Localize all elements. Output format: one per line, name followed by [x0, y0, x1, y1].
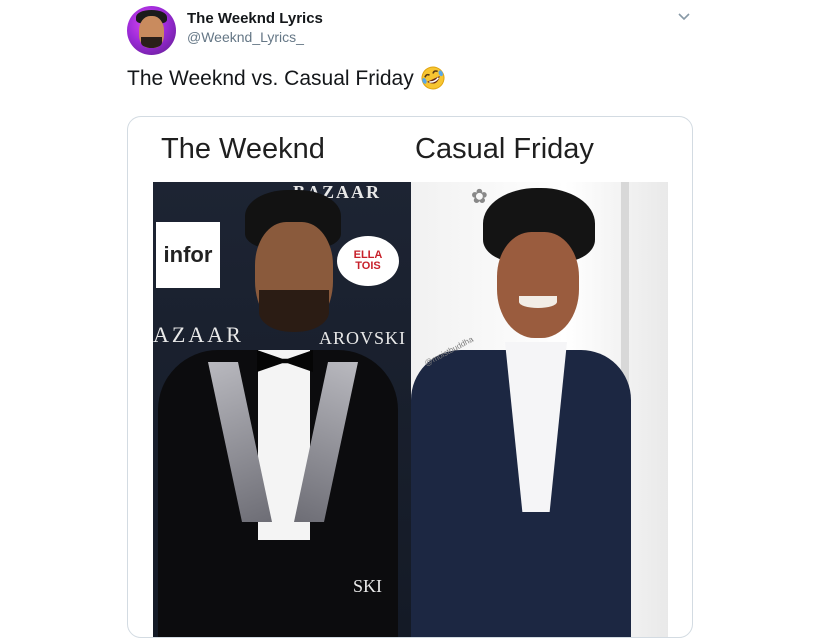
display-name[interactable]: The Weeknd Lyrics [187, 10, 323, 27]
left-man-beard [259, 290, 329, 332]
infor-sign-text: infor [163, 242, 213, 267]
right-man-face [497, 232, 579, 338]
caption-right: Casual Friday [415, 133, 594, 165]
meme-image: The Weeknd Casual Friday BAZAAR infor EL… [153, 117, 668, 637]
laughing-emoji-icon [420, 65, 446, 91]
infor-sign: infor [156, 222, 220, 288]
swarovski-sign: AROVSKI [319, 328, 407, 348]
tweet-text-content: The Weeknd vs. Casual Friday [127, 67, 414, 90]
avatar[interactable] [127, 6, 176, 55]
avatar-beard [141, 37, 162, 48]
media-card[interactable]: The Weeknd Casual Friday BAZAAR infor EL… [127, 116, 693, 638]
caption-left: The Weeknd [161, 133, 325, 165]
stella-sign-text: ELLA TOIS [353, 249, 383, 272]
flower-logo-icon: ✿ [471, 186, 488, 208]
account-handle[interactable]: @Weeknd_Lyrics_ [187, 29, 304, 45]
left-photo: BAZAAR infor ELLA TOIS AZAAR AROVSKI SKI [153, 182, 411, 637]
right-photo: ✿ @moistbuddha [411, 182, 668, 637]
right-man-smile [519, 296, 557, 308]
bazaar-sign: AZAAR [153, 322, 244, 347]
chevron-down-icon[interactable] [676, 8, 692, 24]
ski-sign: SKI [353, 576, 383, 596]
stella-sign: ELLA TOIS [337, 236, 399, 286]
tweet-text: The Weeknd vs. Casual Friday [127, 66, 446, 92]
tweet: The Weeknd Lyrics @Weeknd_Lyrics_ The We… [0, 0, 818, 638]
